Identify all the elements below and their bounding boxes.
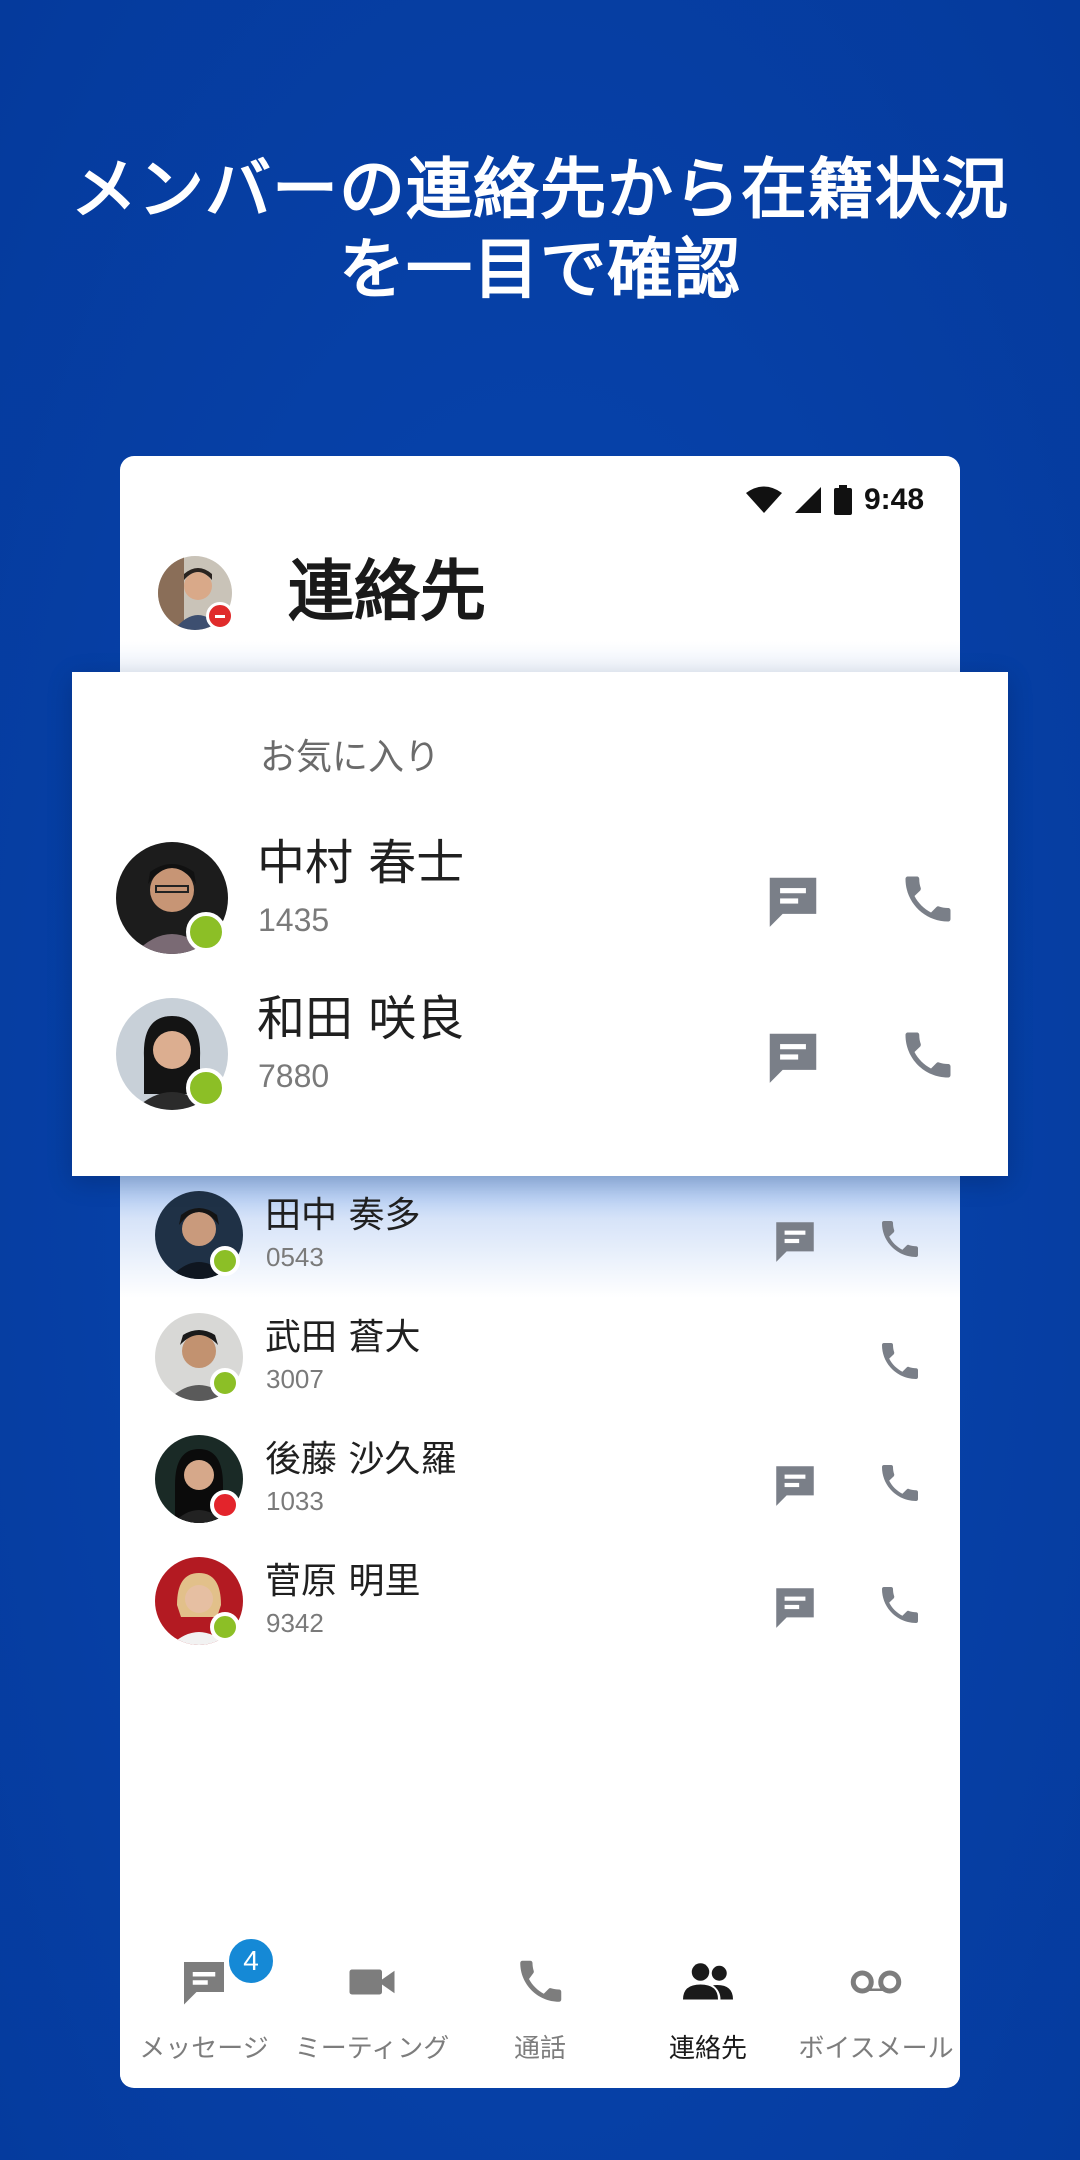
nav-label: メッセージ — [139, 2034, 269, 2064]
unread-badge: 4 — [226, 1936, 276, 1986]
contact-extension: 0543 — [266, 1242, 324, 1272]
contact-name: 田中 奏多 — [265, 1195, 421, 1236]
favorites-label: お気に入り — [260, 737, 441, 778]
page-title: 連絡先 — [288, 553, 486, 630]
my-presence-busy-icon — [206, 602, 234, 630]
chat-icon[interactable] — [770, 1216, 820, 1266]
contact-row[interactable]: 武田 蒼大 3007 — [120, 1298, 960, 1420]
phone-icon[interactable] — [876, 1580, 924, 1630]
status-bar: 9:48 — [745, 478, 924, 522]
contact-name: 菅原 明里 — [265, 1561, 421, 1602]
cell-signal-icon — [794, 487, 821, 513]
wifi-icon — [745, 486, 782, 513]
favorite-row[interactable]: 中村 春士 1435 — [72, 832, 1008, 972]
phone-icon[interactable] — [876, 1336, 924, 1386]
nav-label: ミーティング — [294, 2034, 450, 2064]
contact-extension: 3007 — [266, 1364, 324, 1394]
bottom-nav: 4 メッセージ ミーティング 通話 連絡先 ボイスメール — [120, 1936, 960, 2086]
favorite-row[interactable]: 和田 咲良 7880 — [72, 988, 1008, 1128]
presence-busy-icon — [210, 1490, 240, 1520]
contact-extension: 9342 — [266, 1608, 324, 1638]
voicemail-icon — [850, 1970, 902, 1994]
presence-available-icon — [210, 1612, 240, 1642]
video-icon — [349, 1969, 395, 1995]
contact-extension: 1435 — [258, 902, 330, 938]
presence-available-icon — [210, 1368, 240, 1398]
contact-list: 田中 奏多 0543 武田 蒼大 3007 後藤 沙久羅 1033 菅原 明里 … — [120, 1176, 960, 1664]
contact-name: 中村 春士 — [257, 835, 465, 891]
contact-row[interactable]: 後藤 沙久羅 1033 — [120, 1420, 960, 1542]
phone-icon[interactable] — [898, 1022, 958, 1088]
presence-available-icon — [210, 1246, 240, 1276]
contacts-icon — [683, 1963, 733, 2000]
phone-icon[interactable] — [876, 1458, 924, 1508]
phone-icon — [520, 1960, 562, 2002]
promo-headline: メンバーの連絡先から在籍状況 を一目で確認 — [0, 150, 1080, 310]
nav-voicemail[interactable]: ボイスメール — [792, 1936, 960, 2086]
contact-row[interactable]: 菅原 明里 9342 — [120, 1542, 960, 1664]
contact-name: 武田 蒼大 — [265, 1317, 421, 1358]
contact-extension: 7880 — [258, 1058, 330, 1094]
favorites-card: お気に入り 中村 春士 1435 和田 咲良 7880 — [72, 672, 1008, 1176]
headline-line-2: を一目で確認 — [339, 231, 741, 308]
nav-contacts[interactable]: 連絡先 — [624, 1936, 792, 2086]
chat-icon[interactable] — [762, 870, 824, 932]
presence-available-icon — [186, 1068, 226, 1108]
nav-label: ボイスメール — [798, 2034, 954, 2064]
contact-extension: 1033 — [266, 1486, 324, 1516]
battery-icon — [833, 485, 852, 515]
app-header — [120, 536, 960, 686]
presence-available-icon — [186, 912, 226, 952]
contact-name: 後藤 沙久羅 — [265, 1439, 457, 1480]
nav-meetings[interactable]: ミーティング — [288, 1936, 456, 2086]
chat-icon[interactable] — [770, 1582, 820, 1632]
nav-label: 連絡先 — [668, 2034, 747, 2064]
contact-row[interactable]: 田中 奏多 0543 — [120, 1176, 960, 1298]
phone-icon[interactable] — [876, 1214, 924, 1264]
nav-calls[interactable]: 通話 — [456, 1936, 624, 2086]
chat-icon[interactable] — [770, 1460, 820, 1510]
nav-label: 通話 — [513, 2034, 566, 2064]
contact-name: 和田 咲良 — [257, 991, 465, 1047]
nav-messages[interactable]: 4 メッセージ — [120, 1936, 288, 2086]
status-time: 9:48 — [863, 483, 924, 516]
headline-line-1: メンバーの連絡先から在籍状況 — [71, 151, 1009, 228]
chat-icon[interactable] — [762, 1026, 824, 1088]
phone-icon[interactable] — [898, 866, 958, 932]
